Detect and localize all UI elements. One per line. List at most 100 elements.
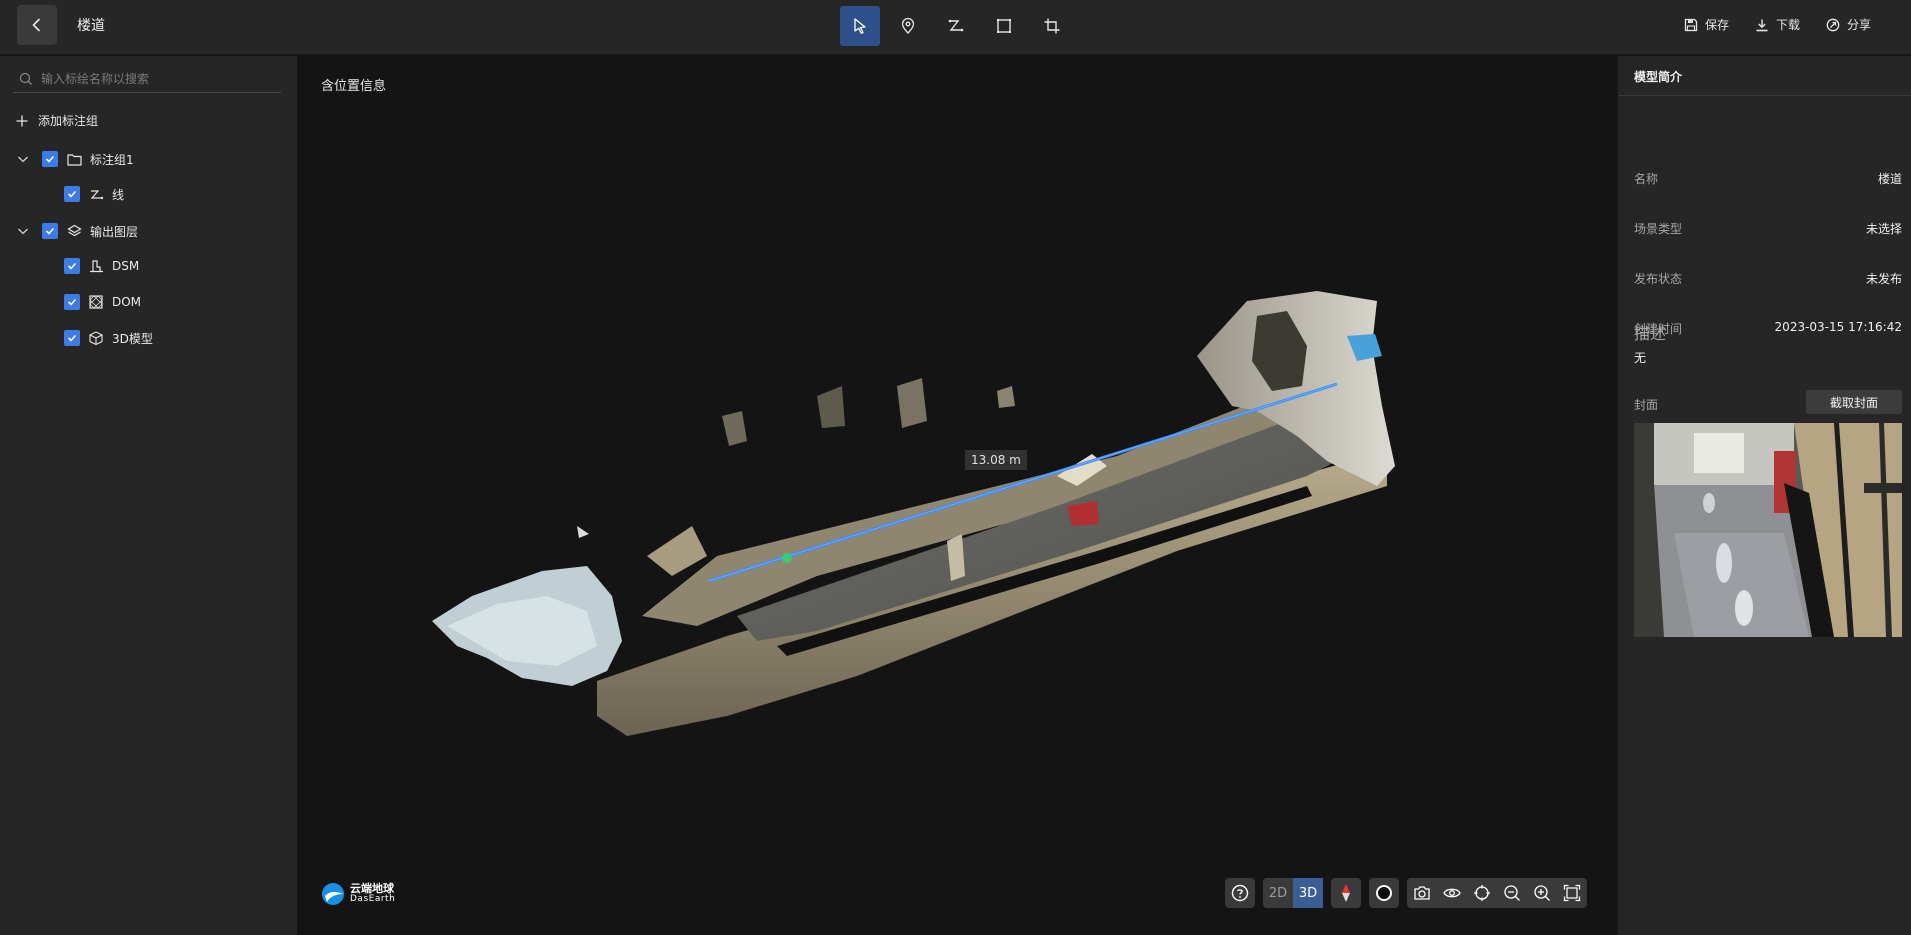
info-row-name: 名称 楼道 bbox=[1634, 170, 1902, 187]
tree-item-3d-model[interactable]: 3D模型 bbox=[64, 328, 153, 348]
globe-toggle-button[interactable] bbox=[1369, 878, 1399, 908]
group1-checkbox[interactable] bbox=[42, 151, 58, 167]
check-icon bbox=[67, 298, 77, 306]
crosshair-icon bbox=[1474, 885, 1490, 901]
info-value: 2023-03-15 17:16:42 bbox=[1774, 320, 1902, 334]
point-tool-button[interactable] bbox=[888, 6, 928, 46]
square-icon bbox=[997, 19, 1011, 33]
tree-item-group1[interactable]: 标注组1 bbox=[16, 149, 134, 169]
tree-label: 3D模型 bbox=[112, 331, 153, 346]
description-key: 描述 bbox=[1634, 324, 1667, 343]
cover-image bbox=[1634, 423, 1902, 637]
dom-checkbox[interactable] bbox=[64, 294, 80, 310]
check-icon bbox=[45, 227, 55, 235]
check-icon bbox=[67, 262, 77, 270]
line-checkbox[interactable] bbox=[64, 186, 80, 202]
chevron-left-icon bbox=[32, 18, 41, 32]
output-checkbox[interactable] bbox=[42, 223, 58, 239]
tree-label: DOM bbox=[112, 295, 142, 309]
select-tool-button[interactable] bbox=[840, 6, 880, 46]
download-button[interactable]: 下载 bbox=[1755, 16, 1800, 33]
check-icon bbox=[67, 190, 77, 198]
view-mode-switch: 2D 3D bbox=[1263, 878, 1323, 908]
brand-name-en: DasEarth bbox=[350, 894, 396, 904]
dsm-checkbox[interactable] bbox=[64, 258, 80, 274]
rectangle-tool-button[interactable] bbox=[984, 6, 1024, 46]
help-icon bbox=[1231, 884, 1249, 902]
map-pin-icon bbox=[901, 17, 915, 34]
tree-label: DSM bbox=[112, 259, 140, 273]
fullscreen-button[interactable] bbox=[1557, 878, 1587, 908]
tree-item-output-layers[interactable]: 输出图层 bbox=[16, 221, 138, 241]
cursor-icon bbox=[854, 18, 866, 34]
measurement-label: 13.08 m bbox=[965, 450, 1027, 470]
description-value: 无 bbox=[1634, 351, 1647, 365]
zoom-in-button[interactable] bbox=[1527, 878, 1557, 908]
top-bar: 楼道 保存 下载 分享 bbox=[0, 0, 1911, 55]
info-value: 楼道 bbox=[1877, 172, 1902, 186]
toolbar bbox=[840, 6, 1072, 46]
dom-grid-icon bbox=[88, 294, 104, 310]
cover-key: 封面 bbox=[1634, 398, 1659, 412]
page-title: 楼道 bbox=[77, 18, 105, 34]
search-box bbox=[13, 66, 281, 93]
save-label: 保存 bbox=[1704, 18, 1729, 32]
chevron-down-icon[interactable] bbox=[16, 152, 30, 166]
help-control bbox=[1225, 878, 1255, 908]
cube-icon bbox=[88, 330, 104, 346]
screenshot-button[interactable] bbox=[1407, 878, 1437, 908]
line-tool-button[interactable] bbox=[936, 6, 976, 46]
back-button[interactable] bbox=[17, 5, 57, 45]
tree-label: 标注组1 bbox=[90, 152, 134, 167]
layers-icon bbox=[66, 223, 82, 239]
check-icon bbox=[67, 334, 77, 342]
info-key: 场景类型 bbox=[1634, 222, 1683, 236]
download-label: 下载 bbox=[1775, 18, 1800, 32]
tree-item-dsm[interactable]: DSM bbox=[64, 256, 139, 276]
3d-viewport[interactable]: 含位置信息 13.08 m 云端地球 DasEarth 2D 3D bbox=[297, 56, 1617, 935]
tree-label: 线 bbox=[112, 187, 125, 202]
help-button[interactable] bbox=[1225, 878, 1255, 908]
crop-icon bbox=[1044, 18, 1060, 34]
visibility-button[interactable] bbox=[1437, 878, 1467, 908]
add-group-button[interactable]: 添加标注组 bbox=[16, 112, 98, 129]
brand-name-cn: 云端地球 bbox=[350, 882, 394, 895]
folder-icon bbox=[66, 151, 82, 167]
floppy-disk-icon bbox=[1684, 18, 1698, 31]
model-info-panel: 模型简介 名称 楼道 场景类型 未选择 发布状态 未发布 创建时间 2023-0… bbox=[1617, 56, 1911, 935]
model-checkbox[interactable] bbox=[64, 330, 80, 346]
brand-logo: 云端地球 DasEarth bbox=[321, 882, 395, 906]
info-row-created-time: 创建时间 2023-03-15 17:16:42 bbox=[1634, 320, 1902, 337]
polyline-icon bbox=[88, 186, 104, 202]
brand-globe-icon bbox=[322, 883, 344, 905]
eye-icon bbox=[1443, 888, 1461, 898]
camera-icon bbox=[1414, 886, 1430, 900]
share-button[interactable]: 分享 bbox=[1826, 16, 1871, 33]
search-input[interactable] bbox=[41, 72, 271, 86]
zoom-out-icon bbox=[1504, 885, 1520, 901]
locate-button[interactable] bbox=[1467, 878, 1497, 908]
check-icon bbox=[45, 155, 55, 163]
cover-thumbnail bbox=[1634, 423, 1902, 637]
info-key: 发布状态 bbox=[1634, 272, 1683, 286]
view-2d-button[interactable]: 2D bbox=[1263, 878, 1293, 908]
tree-item-line[interactable]: 线 bbox=[64, 184, 124, 204]
chevron-down-icon[interactable] bbox=[16, 224, 30, 238]
search-icon bbox=[19, 72, 32, 85]
info-key: 名称 bbox=[1634, 172, 1659, 186]
download-icon bbox=[1756, 19, 1768, 31]
annotation-panel: 添加标注组 标注组1 线 输出图层 DSM DOM 3D模型 bbox=[0, 56, 297, 935]
compass-button[interactable] bbox=[1331, 878, 1361, 908]
tree-label: 输出图层 bbox=[90, 224, 139, 239]
share-icon bbox=[1826, 18, 1840, 31]
basemap-control bbox=[1369, 878, 1399, 908]
tree-item-dom[interactable]: DOM bbox=[64, 292, 141, 312]
view-3d-button[interactable]: 3D bbox=[1293, 878, 1323, 908]
crop-tool-button[interactable] bbox=[1032, 6, 1072, 46]
info-value: 未选择 bbox=[1865, 222, 1902, 236]
fullscreen-icon bbox=[1563, 884, 1581, 902]
zoom-out-button[interactable] bbox=[1497, 878, 1527, 908]
capture-cover-button[interactable]: 截取封面 bbox=[1806, 390, 1902, 414]
plus-icon bbox=[16, 115, 28, 126]
save-button[interactable]: 保存 bbox=[1684, 16, 1729, 33]
